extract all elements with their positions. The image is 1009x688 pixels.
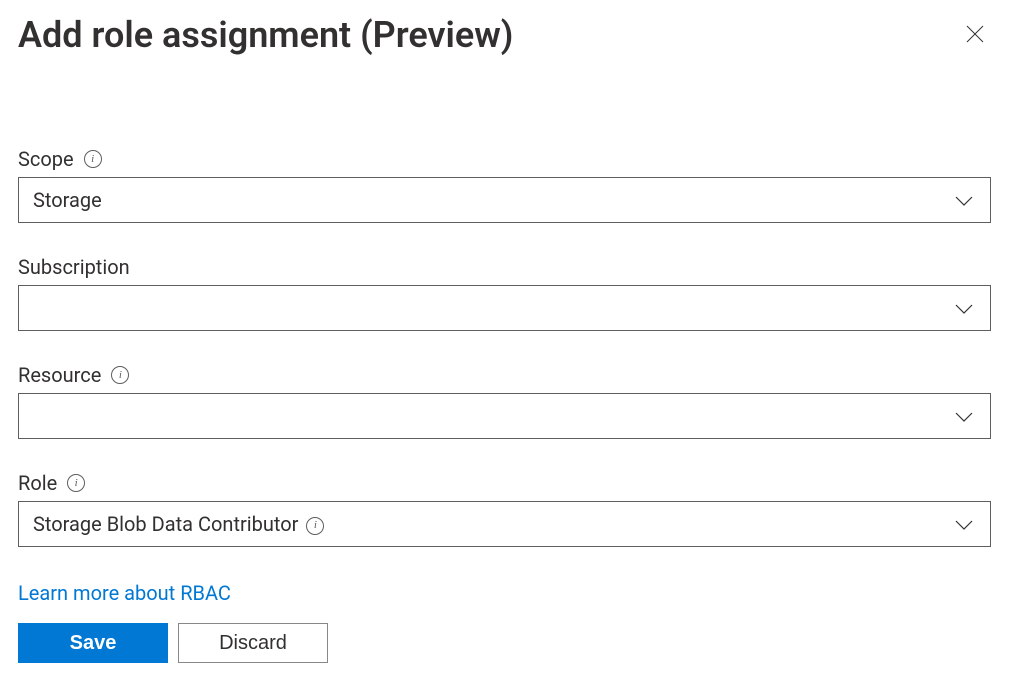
close-button[interactable] [959, 18, 991, 50]
role-value-text: Storage Blob Data Contributor [33, 512, 298, 536]
role-value: Storage Blob Data Contributor i [33, 512, 324, 536]
discard-button[interactable]: Discard [178, 623, 328, 663]
role-label: Role [18, 471, 57, 495]
field-subscription: Subscription [18, 255, 991, 331]
chevron-down-icon [954, 404, 974, 428]
chevron-down-icon [954, 296, 974, 320]
scope-value: Storage [33, 188, 102, 212]
resource-select[interactable] [18, 393, 991, 439]
panel-header: Add role assignment (Preview) [18, 14, 991, 57]
chevron-down-icon [954, 188, 974, 212]
info-icon[interactable]: i [84, 150, 102, 168]
info-icon[interactable]: i [67, 474, 85, 492]
field-scope: Scope i Storage [18, 147, 991, 223]
save-button[interactable]: Save [18, 623, 168, 663]
learn-more-link[interactable]: Learn more about RBAC [18, 581, 231, 605]
subscription-select[interactable] [18, 285, 991, 331]
subscription-label: Subscription [18, 255, 130, 279]
chevron-down-icon [954, 512, 974, 536]
field-resource: Resource i [18, 363, 991, 439]
scope-label: Scope [18, 147, 74, 171]
field-role: Role i Storage Blob Data Contributor i [18, 471, 991, 547]
close-icon [965, 24, 985, 44]
resource-label: Resource [18, 363, 101, 387]
page-title: Add role assignment (Preview) [18, 14, 513, 57]
info-icon[interactable]: i [111, 366, 129, 384]
info-icon[interactable]: i [306, 517, 324, 535]
action-buttons: Save Discard [18, 623, 991, 663]
scope-select[interactable]: Storage [18, 177, 991, 223]
role-select[interactable]: Storage Blob Data Contributor i [18, 501, 991, 547]
